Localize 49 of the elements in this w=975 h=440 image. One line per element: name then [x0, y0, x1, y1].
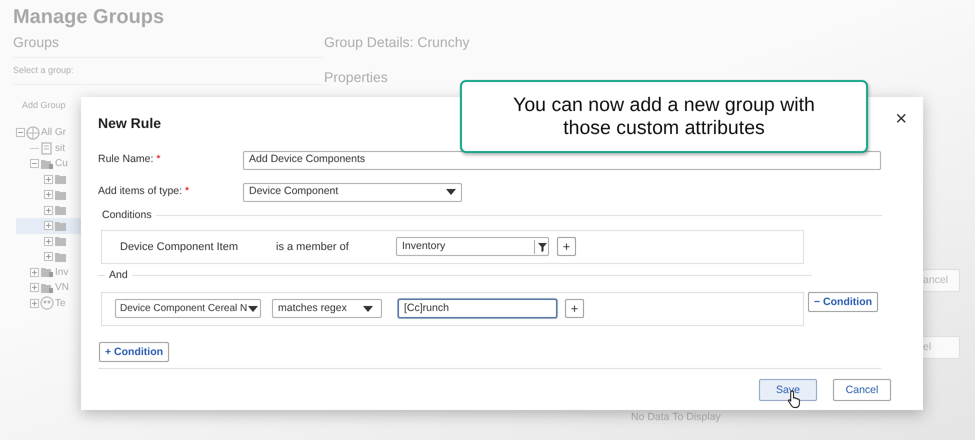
folder-icon	[54, 172, 68, 186]
building-icon	[40, 141, 54, 156]
globe-icon	[26, 126, 40, 140]
condition-field-label: Device Component Item	[120, 240, 239, 254]
dropdown-field[interactable]: Inventory	[396, 237, 549, 256]
callout-text: You can now add a new group with those custom attributes	[460, 80, 868, 153]
collapse-icon[interactable]	[30, 159, 39, 168]
locked-folder-icon	[40, 265, 54, 280]
filter-icon	[534, 240, 548, 254]
field-label: Add items of type: *	[98, 184, 190, 200]
field-label: Rule Name: *	[98, 152, 162, 168]
section-heading: Properties	[324, 68, 389, 86]
expand-icon[interactable]	[30, 268, 39, 277]
add-button[interactable]: +	[557, 237, 576, 256]
folder-icon	[54, 234, 68, 248]
section-heading: Groups	[13, 33, 60, 51]
remove-condition-button[interactable]: − Condition	[808, 292, 878, 312]
dropdown-field[interactable]: Device Component	[243, 182, 462, 202]
folder-icon	[54, 203, 68, 218]
expand-icon[interactable]	[44, 252, 53, 262]
expand-icon[interactable]	[30, 298, 39, 308]
expand-icon[interactable]	[30, 283, 39, 292]
dropdown-caret-icon	[363, 306, 373, 312]
text-input-field[interactable]: Add Device Components	[243, 150, 881, 170]
section-heading: Group Details: Crunchy	[324, 33, 471, 51]
dialog-title: New Rule	[98, 114, 162, 133]
close-button[interactable]: ×	[895, 109, 907, 129]
page-title: Manage Groups	[13, 5, 166, 29]
dropdown-caret-icon	[446, 189, 456, 195]
dropdown-field[interactable]: matches regex	[272, 299, 382, 318]
dropdown-field[interactable]: Device Component Cereal N	[115, 299, 261, 318]
text-input-field[interactable]: [Cc]runch	[398, 299, 557, 318]
join-label: And	[109, 268, 128, 283]
people-icon	[40, 296, 54, 310]
dialog-button[interactable]: Cancel	[833, 378, 891, 400]
required-mark: *	[156, 153, 160, 166]
expand-icon[interactable]	[44, 236, 53, 246]
condition-operator-label: is a member of	[276, 240, 350, 254]
expand-icon[interactable]	[44, 206, 53, 215]
section-label: Conditions	[102, 208, 152, 223]
add-button[interactable]: +	[565, 299, 584, 318]
select-label: Select a group:	[13, 65, 74, 75]
collapse-icon[interactable]	[16, 128, 25, 138]
add-condition-button[interactable]: + Condition	[99, 342, 170, 362]
required-mark: *	[184, 185, 190, 198]
expand-icon[interactable]	[44, 174, 53, 184]
dropdown-caret-icon	[248, 306, 258, 312]
expand-icon[interactable]	[44, 190, 53, 200]
expand-icon[interactable]	[44, 221, 53, 230]
